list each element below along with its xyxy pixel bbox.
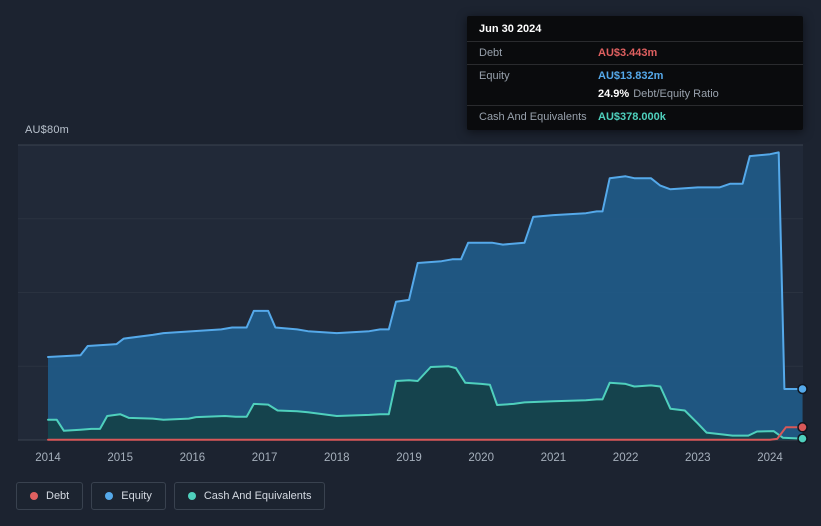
tooltip-ratio-percent: 24.9% <box>598 88 630 100</box>
marker-equity[interactable] <box>797 383 808 395</box>
legend-item-cash-and-equivalents[interactable]: Cash And Equivalents <box>173 482 326 510</box>
x-tick-2021: 2021 <box>541 452 567 464</box>
tooltip-debt-value: AU$3.443m <box>598 47 658 59</box>
tooltip-ratio: 24.9% Debt/Equity Ratio <box>598 88 719 100</box>
tooltip-date: Jun 30 2024 <box>467 16 803 42</box>
x-tick-2014: 2014 <box>35 452 61 464</box>
legend-dot <box>187 492 196 500</box>
x-tick-2017: 2017 <box>252 452 278 464</box>
x-tick-2023: 2023 <box>685 452 711 464</box>
debt-equity-history-page: AU$80m AU$0 2014201520162017201820192020… <box>0 0 821 526</box>
legend-dot <box>30 492 38 500</box>
tooltip-debt-label: Debt <box>479 47 503 59</box>
tooltip-cash-value: AU$378.000k <box>598 111 666 123</box>
x-tick-2016: 2016 <box>180 452 206 464</box>
x-tick-2015: 2015 <box>107 452 133 464</box>
marker-debt[interactable] <box>797 422 808 433</box>
chart-tooltip: Jun 30 2024 Debt AU$3.443m Equity AU$13.… <box>467 16 803 130</box>
legend-item-equity[interactable]: Equity <box>91 482 166 510</box>
marker-cash-and-equivalents[interactable] <box>797 433 808 444</box>
chart-legend: Debt Equity Cash And Equivalents <box>16 482 326 510</box>
x-tick-2019: 2019 <box>396 452 422 464</box>
legend-dot <box>105 492 114 500</box>
tooltip-row-debt: Debt AU$3.443m <box>467 42 803 65</box>
tooltip-row-cash: Cash And Equivalents AU$378.000k <box>467 106 803 130</box>
x-tick-2020: 2020 <box>468 452 494 464</box>
legend-item-debt[interactable]: Debt <box>16 482 84 510</box>
x-tick-2022: 2022 <box>613 452 639 464</box>
tooltip-cash-label: Cash And Equivalents <box>479 111 587 123</box>
legend-label: Cash And Equivalents <box>203 490 312 502</box>
tooltip-ratio-label: Debt/Equity Ratio <box>633 88 719 100</box>
tooltip-equity-value: AU$13.832m <box>598 70 664 82</box>
tooltip-equity-label: Equity <box>479 70 510 82</box>
x-tick-2018: 2018 <box>324 452 350 464</box>
tooltip-row-equity: Equity AU$13.832m <box>467 65 803 85</box>
x-tick-2024: 2024 <box>757 452 783 464</box>
legend-label: Equity <box>121 490 152 502</box>
tooltip-row-ratio: 24.9% Debt/Equity Ratio <box>467 85 803 106</box>
legend-label: Debt <box>46 490 70 502</box>
